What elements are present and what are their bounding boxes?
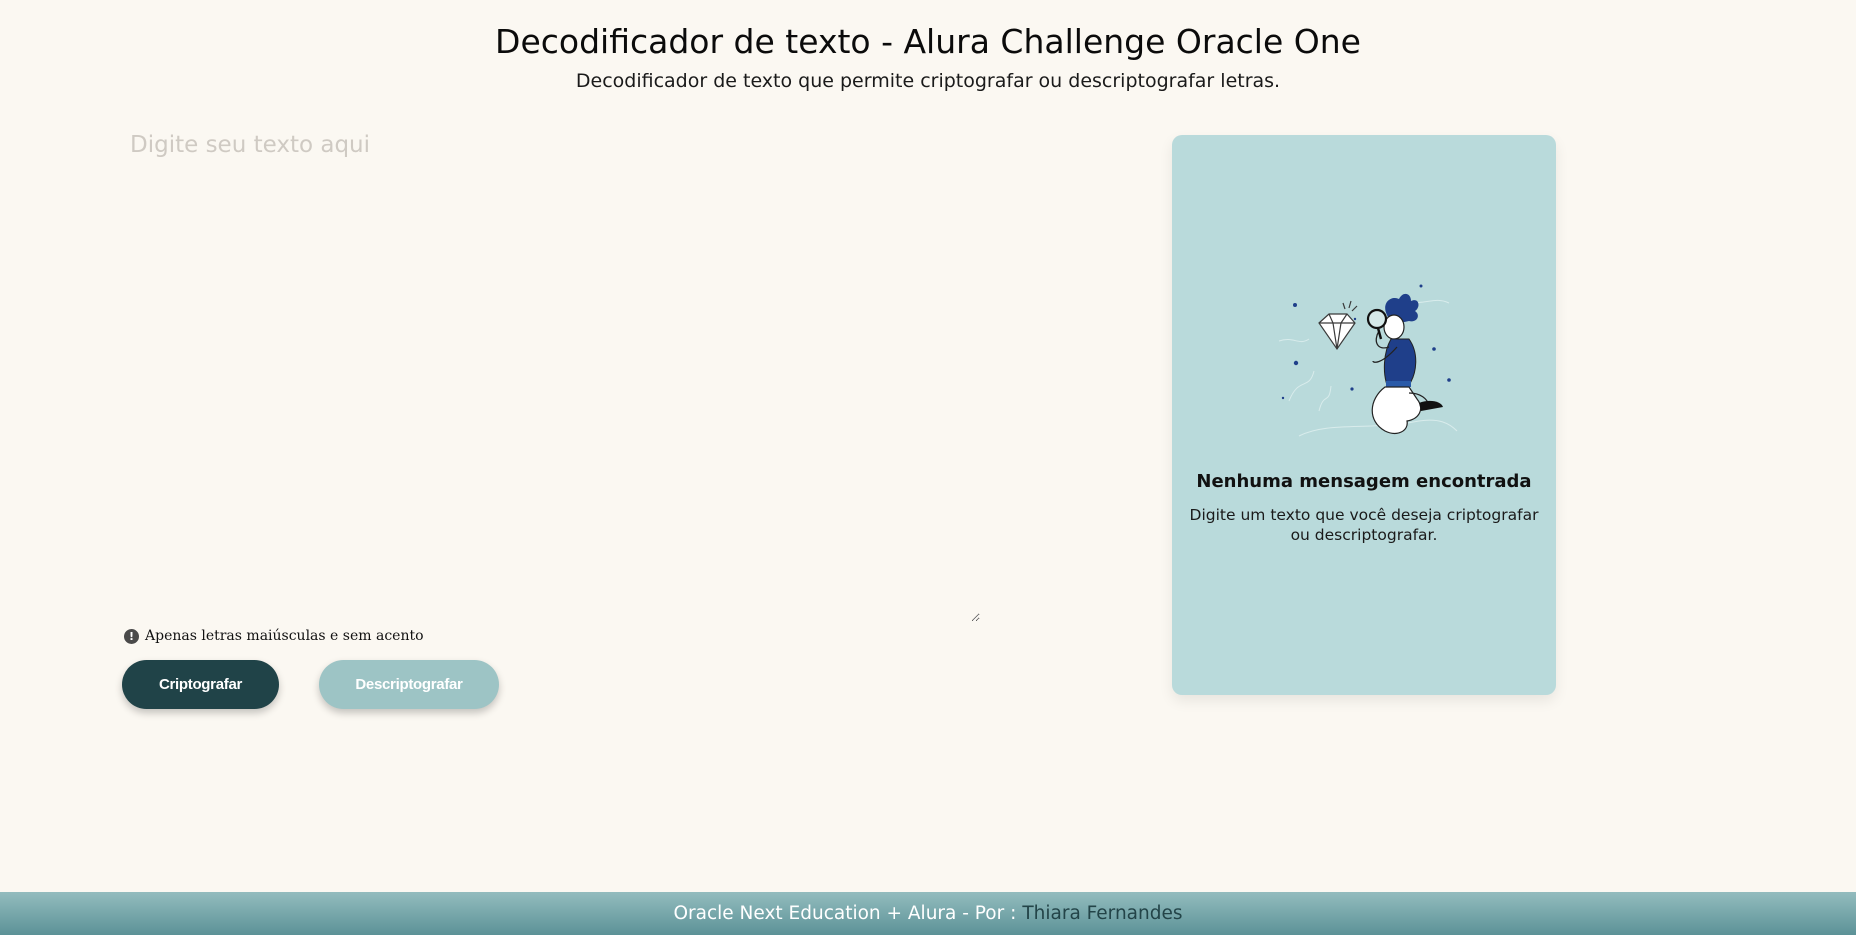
page-title: Decodificador de texto - Alura Challenge… [495,22,1361,61]
exclamation-circle-icon: ! [124,628,139,644]
text-input[interactable] [120,128,980,622]
page-footer: Oracle Next Education + Alura - Por : Th… [0,892,1856,935]
encrypt-button[interactable]: Criptografar [122,660,279,709]
page-header: Decodificador de texto - Alura Challenge… [0,20,1856,94]
diamond-icon [1318,300,1358,351]
footer-text: Oracle Next Education + Alura - Por : [673,903,1017,924]
decrypt-button[interactable]: Descriptografar [319,660,499,709]
page-subtitle: Decodificador de texto que permite cript… [575,70,1281,92]
person-with-magnifier-illustration [1278,284,1458,437]
result-panel: Nenhuma mensagem encontrada Digite um te… [1172,135,1556,695]
footer-author: Thiara Fernandes [1022,903,1183,924]
empty-result-title: Nenhuma mensagem encontrada [1196,471,1532,492]
empty-result-text: Digite um texto que você deseja criptogr… [1189,506,1539,544]
hint-text: Apenas letras maiúsculas e sem acento [145,628,424,644]
input-hint: ! Apenas letras maiúsculas e sem acento [124,628,424,644]
